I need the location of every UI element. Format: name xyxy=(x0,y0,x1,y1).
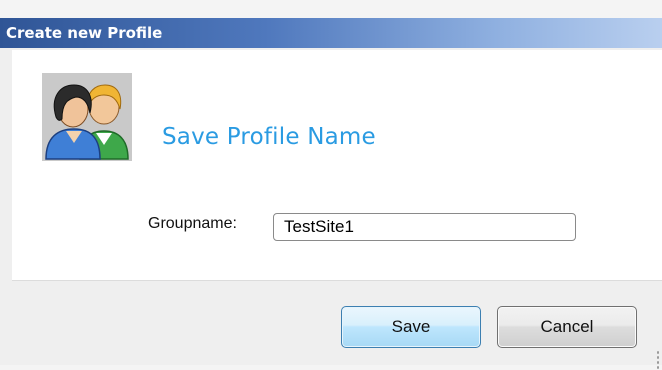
resize-grip[interactable] xyxy=(656,350,660,370)
create-profile-dialog: Create new Profile Save Profile Name Gro… xyxy=(0,18,662,370)
users-icon xyxy=(42,73,132,161)
cancel-button[interactable]: Cancel xyxy=(497,306,637,348)
page-title: Save Profile Name xyxy=(162,124,376,150)
groupname-label: Groupname: xyxy=(148,215,237,232)
divider xyxy=(12,280,662,281)
dialog-title: Create new Profile xyxy=(6,24,163,42)
background-strip xyxy=(0,0,662,18)
dialog-content: Save Profile Name Groupname: xyxy=(12,50,662,280)
groupname-input[interactable] xyxy=(273,213,576,241)
save-button[interactable]: Save xyxy=(341,306,481,348)
title-bar[interactable]: Create new Profile xyxy=(0,18,662,48)
